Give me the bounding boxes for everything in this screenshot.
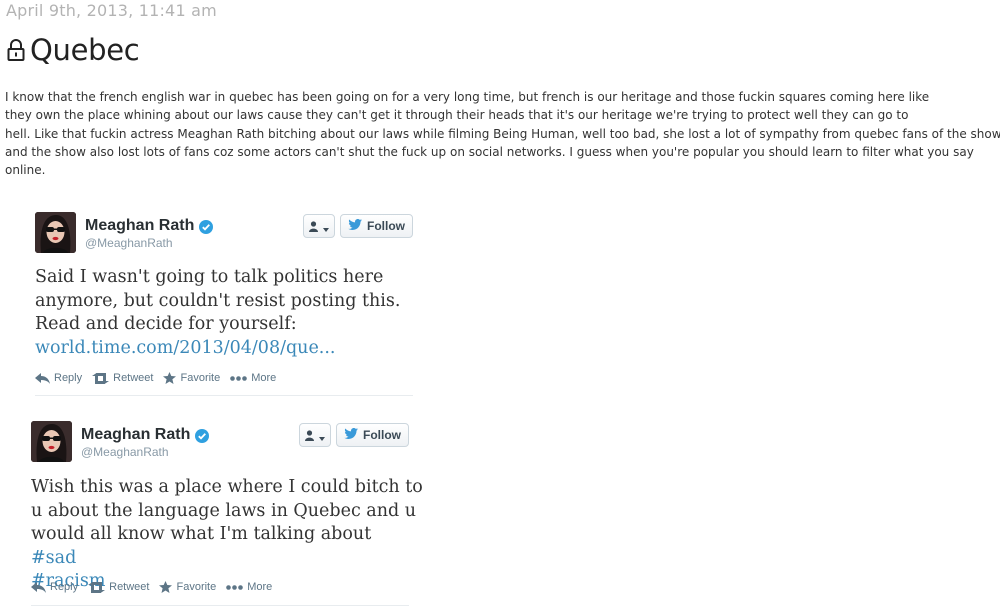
retweet-icon [92,372,110,384]
retweet-label: Retweet [113,372,154,384]
follow-button[interactable]: Follow [336,423,409,447]
more-dots-icon [226,584,244,590]
person-icon [309,217,321,236]
retweet-label: Retweet [109,581,150,593]
author-handle[interactable]: @MeaghanRath [81,445,169,459]
tweet-text-line: anymore, but couldn't resist posting thi… [35,290,401,311]
tweet-text-line: Read and decide for yourself: [35,314,297,334]
follow-button-label: Follow [367,219,405,233]
favorite-action[interactable]: Favorite [163,372,220,384]
chevron-down-icon [319,426,325,445]
retweet-action[interactable]: Retweet [92,372,153,384]
embedded-tweet: Meaghan Rath @MeaghanRath Follow Said I … [35,212,420,397]
user-actions-button[interactable] [303,214,335,238]
tweet-text-line: Said I wasn't going to talk politics her… [35,267,384,287]
favorite-label: Favorite [180,372,221,384]
hashtag-link[interactable]: #sad [31,547,423,571]
tweet-text-line: would all know what I'm talking about #s… [31,523,423,570]
post-body-line: I know that the french english war in qu… [5,90,930,104]
avatar[interactable] [35,212,76,253]
divider [31,605,409,606]
tweet-actions: Reply Retweet Favorite More [35,372,286,384]
tweet-text-line: u about the language laws in Quebec and … [31,500,417,521]
verified-badge-icon [195,428,210,443]
author-name[interactable]: Meaghan Rath [81,426,190,444]
tweet-author[interactable]: Meaghan Rath [85,217,214,235]
retweet-icon [88,581,106,593]
post-title: Quebec [6,33,140,67]
post-body-line: online. [5,163,46,178]
embedded-tweet: Meaghan Rath @MeaghanRath Follow Wish th… [31,421,423,609]
post-body-line: and the show also lost lots of fans coz … [5,144,974,159]
tweet-text-line: Wish this was a place where I could bitc… [31,477,423,497]
twitter-bird-icon [348,219,362,233]
reply-icon [31,581,46,593]
twitter-bird-icon [344,428,358,442]
chevron-down-icon [323,217,329,236]
lock-icon [6,38,26,62]
retweet-action[interactable]: Retweet [88,581,149,593]
tweet-text: Wish this was a place where I could bitc… [31,476,423,594]
post-body-line: hell. Like that fuckin actress Meaghan R… [5,126,1000,141]
divider [35,395,413,396]
follow-button-label: Follow [363,428,401,442]
reply-action[interactable]: Reply [35,372,82,384]
post-body-line: they own the place whining about our law… [5,108,909,123]
post-date: April 9th, 2013, 11:41 am [6,1,217,20]
more-dots-icon [230,375,248,381]
more-action[interactable]: More [226,581,272,593]
more-action[interactable]: More [230,372,276,384]
favorite-star-icon [159,581,173,593]
tweet-text-segment: would all know what I'm talking about [31,524,372,544]
reply-action[interactable]: Reply [31,581,78,593]
verified-badge-icon [199,219,214,234]
tweet-link[interactable]: world.time.com/2013/04/08/que... [35,337,400,361]
reply-label: Reply [54,372,83,384]
favorite-star-icon [163,372,177,384]
post-title-text: Quebec [30,33,140,67]
tweet-actions: Reply Retweet Favorite More [31,581,282,593]
tweet-author[interactable]: Meaghan Rath [81,426,210,444]
reply-label: Reply [50,581,79,593]
person-icon [305,426,317,445]
avatar[interactable] [31,421,72,462]
tweet-text: Said I wasn't going to talk politics her… [35,266,400,360]
more-label: More [251,372,277,384]
favorite-action[interactable]: Favorite [159,581,216,593]
follow-button[interactable]: Follow [340,214,413,238]
author-handle[interactable]: @MeaghanRath [85,236,173,250]
user-actions-button[interactable] [299,423,331,447]
reply-icon [35,372,50,384]
author-name[interactable]: Meaghan Rath [85,217,194,235]
post-body: I know that the french english war in qu… [5,88,1000,179]
more-label: More [247,581,273,593]
favorite-label: Favorite [176,581,217,593]
